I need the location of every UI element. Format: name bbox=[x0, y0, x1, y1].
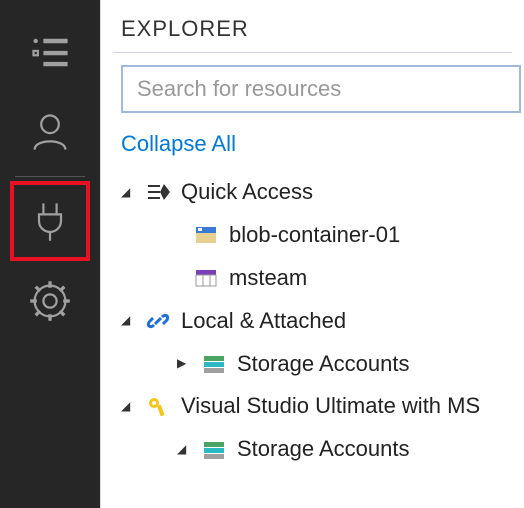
tree-node-storage-accounts-local[interactable]: ▶ Storage Accounts bbox=[121, 343, 524, 386]
tree-label: Quick Access bbox=[181, 171, 313, 214]
tree-item-blob-container[interactable]: blob-container-01 bbox=[121, 214, 524, 257]
resource-tree: ◢ Quick Access blob-container-01 msteam … bbox=[101, 171, 524, 471]
panel-title: EXPLORER bbox=[101, 0, 524, 52]
chevron-right-icon: ▶ bbox=[177, 352, 191, 375]
activity-bar bbox=[0, 0, 100, 508]
chevron-down-icon: ◢ bbox=[177, 438, 191, 461]
search-input[interactable] bbox=[121, 65, 521, 113]
tree-node-quick-access[interactable]: ◢ Quick Access bbox=[121, 171, 524, 214]
chevron-down-icon: ◢ bbox=[121, 309, 135, 332]
activity-divider bbox=[15, 176, 85, 177]
activity-connect[interactable] bbox=[10, 181, 90, 261]
blob-container-icon bbox=[193, 222, 219, 248]
gear-icon bbox=[28, 279, 72, 323]
chevron-down-icon: ◢ bbox=[121, 181, 135, 204]
search-wrap bbox=[101, 65, 524, 127]
chevron-down-icon: ◢ bbox=[121, 395, 135, 418]
tree-label: Storage Accounts bbox=[237, 428, 409, 471]
plug-icon bbox=[28, 199, 72, 243]
key-icon bbox=[145, 394, 171, 420]
tree-label: blob-container-01 bbox=[229, 214, 400, 257]
tree-label: msteam bbox=[229, 257, 307, 300]
explorer-panel: EXPLORER Collapse All ◢ Quick Access blo… bbox=[100, 0, 524, 508]
person-icon bbox=[28, 110, 72, 154]
storage-stack-icon bbox=[201, 437, 227, 463]
activity-settings[interactable] bbox=[10, 261, 90, 341]
collapse-all-link[interactable]: Collapse All bbox=[101, 127, 524, 171]
tree-node-storage-accounts-sub[interactable]: ◢ Storage Accounts bbox=[121, 428, 524, 471]
header-divider bbox=[113, 52, 512, 53]
quick-access-icon bbox=[145, 179, 171, 205]
activity-explorer[interactable] bbox=[10, 12, 90, 92]
activity-account[interactable] bbox=[10, 92, 90, 172]
link-icon bbox=[145, 308, 171, 334]
tree-label: Visual Studio Ultimate with MS bbox=[181, 385, 480, 428]
tree-node-subscription[interactable]: ◢ Visual Studio Ultimate with MS bbox=[121, 385, 524, 428]
table-icon bbox=[193, 265, 219, 291]
tree-label: Local & Attached bbox=[181, 300, 346, 343]
tree-node-local-attached[interactable]: ◢ Local & Attached bbox=[121, 300, 524, 343]
tree-item-msteam[interactable]: msteam bbox=[121, 257, 524, 300]
list-icon bbox=[28, 30, 72, 74]
storage-stack-icon bbox=[201, 351, 227, 377]
tree-label: Storage Accounts bbox=[237, 343, 409, 386]
